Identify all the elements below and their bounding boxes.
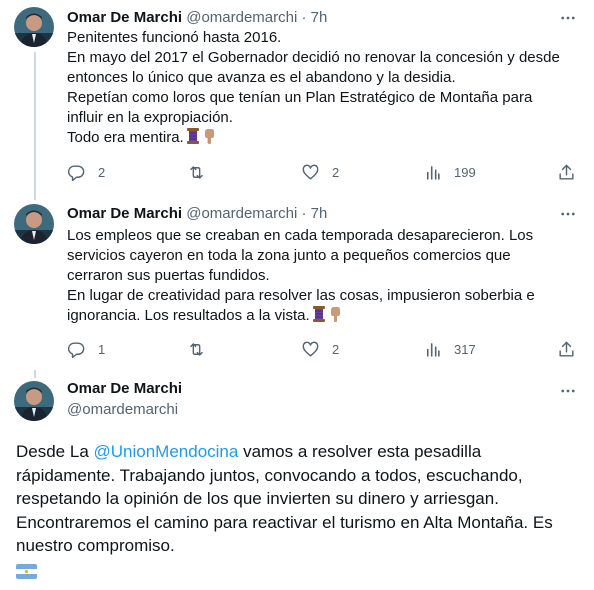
like-count: 2 [332,341,340,357]
tweet-2[interactable]: Omar De Marchi @omardemarchi · 7h Los em… [0,192,594,370]
more-options-icon[interactable] [558,8,578,28]
pointing-down-icon [327,306,343,322]
tweet-line: Penitentes funcionó hasta 2016. [67,29,282,46]
tweet-actions: 1 2 317 [67,338,577,360]
tweet-line-last: ignorancia. Los resultados a la vista. [67,306,567,326]
author-handle[interactable]: @omardemarchi [186,9,297,26]
main-tweet-line: nuestro compromiso. [16,536,175,555]
tweet-1[interactable]: Omar De Marchi @omardemarchi · 7h Penite… [0,0,594,192]
share-button[interactable] [557,338,576,360]
tweet-line-text: ignorancia. Los resultados a la vista. [67,307,310,324]
main-author-name[interactable]: Omar De Marchi [67,379,182,399]
text-segment: Desde La [16,442,94,461]
view-count: 199 [454,164,476,180]
mention-link[interactable]: @UnionMendocina [94,442,239,461]
reply-button[interactable]: 2 [67,161,105,183]
pointing-down-icon [201,128,217,144]
thread-line [34,370,36,378]
retweet-icon [190,342,203,356]
tweet-line: servicios cayeron en toda la zona junto … [67,247,511,264]
like-count: 2 [332,164,340,180]
more-options-icon[interactable] [558,204,578,224]
heart-icon [302,164,319,180]
tweet-line: Los empleos que se creaban en cada tempo… [67,227,534,244]
main-author-handle[interactable]: @omardemarchi [67,400,178,420]
tweet-line: cerraron sus puertas fundidos. [67,267,270,284]
thread-line [34,52,36,192]
main-tweet-line: respetando la opinión de los que inviert… [16,489,499,508]
tweet-line: En mayo del 2017 el Gobernador decidió n… [67,49,560,66]
author-name[interactable]: Omar De Marchi [67,205,182,222]
timestamp[interactable]: 7h [311,9,328,26]
author-name[interactable]: Omar De Marchi [67,9,182,26]
thread-line [34,192,36,200]
retweet-icon [190,165,203,179]
analytics-icon [426,165,440,180]
heart-icon [302,341,319,357]
retweet-button[interactable] [187,338,218,360]
argentina-flag-icon [16,564,37,579]
tweet-text: Los empleos que se creaban en cada tempo… [67,226,567,326]
main-tweet-line: rápidamente. Trabajando juntos, convocan… [16,465,523,485]
views-button[interactable]: 317 [423,338,476,360]
reply-icon [67,341,85,358]
tweet-line: influir en la expropiación. [67,109,233,126]
share-icon [559,164,574,180]
reply-icon [67,164,85,181]
reply-button[interactable]: 1 [67,338,105,360]
analytics-icon [426,342,440,357]
separator-dot: · [301,9,307,26]
share-button[interactable] [557,161,576,183]
tweet-header: Omar De Marchi @omardemarchi · 7h [67,8,327,28]
share-icon [559,341,574,357]
tweet-line: entonces lo único que avanza es el aband… [67,69,456,86]
timestamp[interactable]: 7h [311,205,328,222]
retweet-button[interactable] [187,161,218,183]
main-tweet-line: Encontraremos el camino para reactivar e… [16,512,553,532]
tweet-header: Omar De Marchi @omardemarchi · 7h [67,204,327,224]
like-button[interactable]: 2 [301,161,339,183]
tweet-line-text: Todo era mentira. [67,129,184,146]
like-button[interactable]: 2 [301,338,339,360]
main-tweet-line: Desde La @UnionMendocina vamos a resolve… [16,440,586,464]
avatar[interactable] [14,204,54,244]
main-tweet-text: Desde La @UnionMendocina vamos a resolve… [16,440,586,558]
separator-dot: · [301,205,307,222]
tweet-text: Penitentes funcionó hasta 2016. En mayo … [67,28,567,148]
tweet-actions: 2 2 199 [67,161,577,183]
reply-count: 2 [98,164,106,180]
avatar[interactable] [14,7,54,47]
tweet-line-last: Todo era mentira. [67,128,567,148]
text-segment: vamos a resolver esta pesadilla [238,442,482,461]
tweet-line: En lugar de creatividad para resolver la… [67,287,535,304]
thread-spool-icon [312,306,326,322]
reply-count: 1 [98,341,106,357]
views-button[interactable]: 199 [423,161,476,183]
tweet-line: Repetían como loros que tenían un Plan E… [67,89,533,106]
view-count: 317 [454,341,476,357]
author-handle[interactable]: @omardemarchi [186,205,297,222]
main-avatar[interactable] [14,381,54,421]
more-options-icon[interactable] [558,381,578,401]
thread-spool-icon [186,128,200,144]
